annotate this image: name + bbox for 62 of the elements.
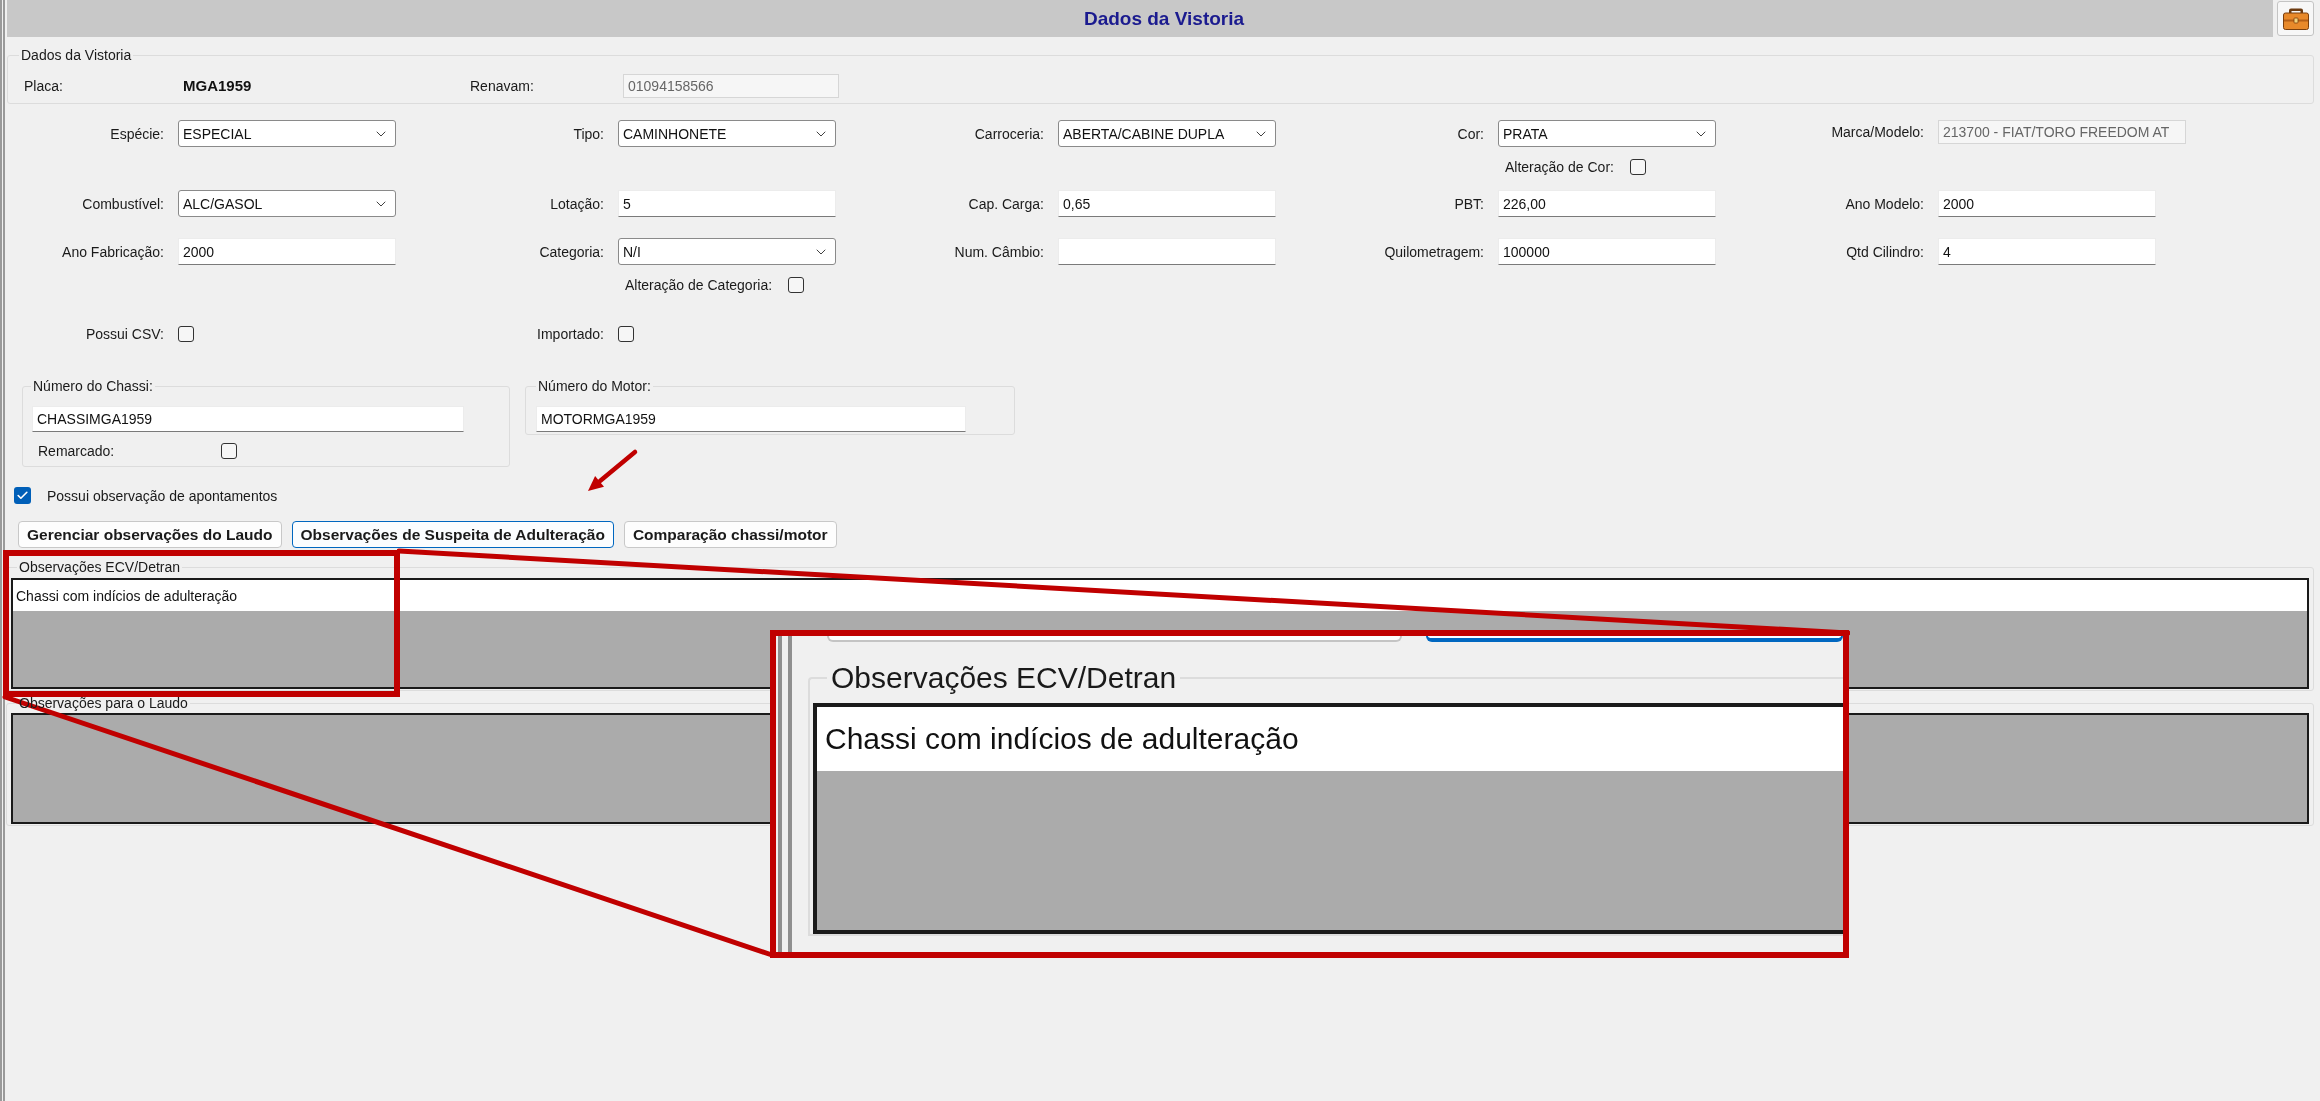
dropdown[interactable]: ESPECIAL [178, 120, 396, 147]
input-field: 01094158566 [623, 74, 839, 98]
field-label: Remarcado: [38, 443, 115, 459]
table-row: Chassi com indícios de adulteração [817, 707, 1843, 771]
input-field[interactable]: 2000 [178, 238, 396, 265]
field-label: Cap. Carga: [968, 195, 1044, 212]
field-label: Lotação: [550, 195, 604, 212]
action-button[interactable]: Observações de Suspeita de Adulteração [291, 521, 614, 548]
input-field[interactable]: MOTORMGA1959 [536, 406, 966, 432]
input-field[interactable]: 100000 [1498, 238, 1716, 265]
field-label: Carroceria: [974, 125, 1044, 142]
field-label: PBT: [1454, 195, 1484, 212]
input-field[interactable]: 5 [618, 190, 836, 217]
field-label: Alteração de Categoria: [625, 277, 773, 293]
field-label: Possui observação de apontamentos [47, 487, 278, 504]
field-label: Ano Fabricação: [62, 243, 164, 260]
field-label: Tipo: [573, 125, 604, 142]
field-label: Cor: [1457, 125, 1484, 142]
field-label: Combustível: [82, 195, 164, 212]
field-label: Num. Câmbio: [954, 243, 1044, 260]
checkbox[interactable] [14, 487, 31, 504]
dropdown[interactable]: CAMINHONETE [618, 120, 836, 147]
field-label: Possui CSV: [85, 326, 164, 342]
field-label: Qtd Cilindro: [1846, 243, 1924, 260]
checkbox[interactable] [1629, 159, 1646, 175]
input-field[interactable]: 0,65 [1058, 190, 1276, 217]
dropdown[interactable]: PRATA [1498, 120, 1716, 147]
input-field[interactable]: CHASSIMGA1959 [32, 406, 464, 432]
field-label: Marca/Modelo: [1831, 124, 1924, 140]
field-label: Espécie: [110, 125, 164, 142]
checkbox[interactable] [221, 443, 237, 459]
field-label: Placa: [24, 78, 63, 94]
field-label: Renavam: [470, 78, 534, 94]
checkbox[interactable] [178, 326, 194, 342]
group-title: Número do Motor: [537, 378, 652, 394]
group-title: Número do Chassi: [32, 378, 154, 394]
input-field: 213700 - FIAT/TORO FREEDOM AT [1938, 120, 2186, 144]
dropdown[interactable]: ALC/GASOL [178, 190, 396, 217]
briefcase-icon [2282, 6, 2309, 31]
field-label: Alteração de Cor: [1505, 159, 1614, 175]
input-field[interactable]: 4 [1938, 238, 2156, 265]
field-label: Categoria: [539, 243, 604, 260]
input-field[interactable]: 2000 [1938, 190, 2156, 217]
field-label: Quilometragem: [1384, 243, 1484, 260]
toolbar-button[interactable] [2277, 1, 2314, 36]
plate-number: MGA1959 [183, 78, 252, 94]
dropdown[interactable]: ABERTA/CABINE DUPLA [1058, 120, 1276, 147]
table-row[interactable]: Chassi com indícios de adulteração [13, 580, 2307, 611]
window-title: Dados da Vistoria [1083, 7, 1245, 30]
checkbox[interactable] [788, 277, 805, 293]
action-button[interactable]: Comparação chassi/motor [623, 521, 837, 548]
input-field[interactable] [1058, 238, 1276, 265]
group-title: Dados da Vistoria [20, 47, 133, 63]
checkbox[interactable] [618, 326, 634, 342]
check-icon [16, 489, 29, 502]
group-title: Observações ECV/Detran [18, 559, 182, 575]
group-title: Observações ECV/Detran [830, 661, 1178, 695]
input-field[interactable]: 226,00 [1498, 190, 1716, 217]
field-label: Importado: [537, 326, 604, 342]
dropdown[interactable]: N/I [618, 238, 836, 265]
field-label: Ano Modelo: [1845, 195, 1924, 212]
action-button[interactable]: Gerenciar observações do Laudo [18, 521, 282, 548]
